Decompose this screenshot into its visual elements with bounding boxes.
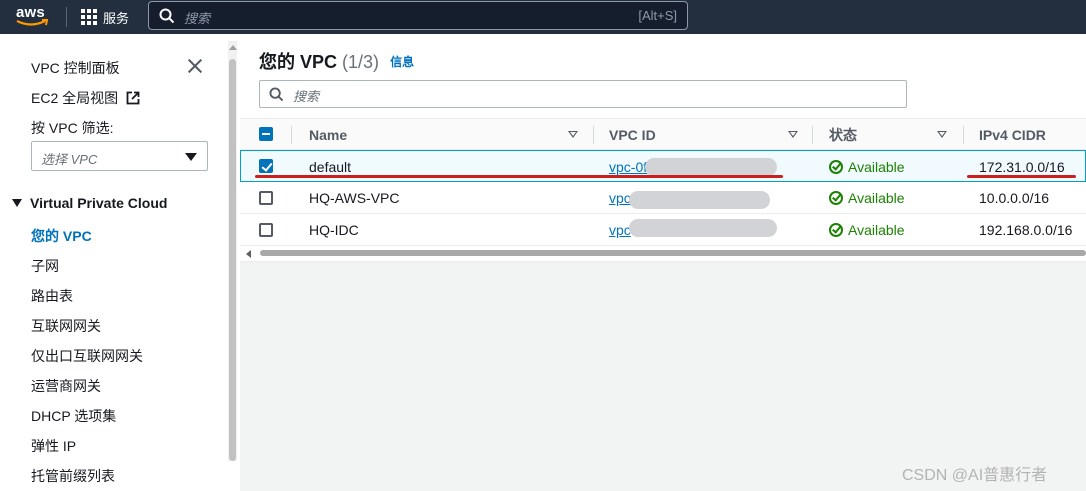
info-link[interactable]: 信息 bbox=[390, 55, 414, 69]
filter-placeholder: 搜索 bbox=[293, 89, 320, 104]
sidebar-item-dhcp-option-sets[interactable]: DHCP 选项集 bbox=[31, 406, 116, 426]
sidebar-item-elastic-ips[interactable]: 弹性 IP bbox=[31, 436, 76, 456]
sidebar-item-internet-gateways[interactable]: 互联网网关 bbox=[31, 316, 101, 336]
vpc-table-panel: 您的 VPC (1/3) 信息 搜索 Name VPC ID 状态 IPv4 C… bbox=[240, 34, 1086, 262]
sidebar-dashboard-link[interactable]: VPC 控制面板 bbox=[31, 58, 120, 78]
sidebar-item-route-tables[interactable]: 路由表 bbox=[31, 286, 73, 306]
section-title: Virtual Private Cloud bbox=[30, 195, 168, 211]
table-horizontal-scrollbar[interactable] bbox=[240, 248, 1086, 258]
select-all-checkbox[interactable] bbox=[259, 127, 273, 141]
row-name: HQ-AWS-VPC bbox=[309, 190, 400, 206]
status-text: Available bbox=[848, 222, 905, 238]
column-header-vpc-id[interactable]: VPC ID bbox=[609, 119, 656, 151]
status-available-icon bbox=[829, 160, 843, 174]
column-header-status[interactable]: 状态 bbox=[829, 119, 857, 151]
status-text: Available bbox=[848, 190, 905, 206]
global-search-input[interactable]: 搜索 [Alt+S] bbox=[148, 1, 688, 30]
caret-down-icon bbox=[12, 199, 22, 207]
table-header: Name VPC ID 状态 IPv4 CIDR bbox=[240, 118, 1086, 150]
vpc-filter-input[interactable]: 搜索 bbox=[259, 80, 907, 108]
external-link-icon bbox=[126, 91, 140, 105]
row-name: HQ-IDC bbox=[309, 222, 359, 238]
global-search-placeholder: 搜索 bbox=[184, 11, 211, 26]
search-icon bbox=[159, 8, 175, 24]
services-grid-icon bbox=[81, 9, 97, 25]
table-row[interactable]: HQ-AWS-VPC vpc Available 10.0.0.0/16 bbox=[240, 182, 1086, 214]
row-vpc-id-link[interactable]: vpc-0f bbox=[609, 151, 647, 183]
sidebar-ec2-global-view-link[interactable]: EC2 全局视图 bbox=[31, 88, 140, 108]
row-status: Available bbox=[829, 151, 905, 183]
column-header-ipv4-cidr[interactable]: IPv4 CIDR bbox=[979, 119, 1046, 151]
row-status: Available bbox=[829, 214, 905, 246]
annotation-underline bbox=[255, 175, 783, 178]
sidebar-item-carrier-gateways[interactable]: 运营商网关 bbox=[31, 376, 101, 396]
watermark: CSDN @AI普惠行者 bbox=[902, 467, 1048, 484]
filter-by-vpc-label: 按 VPC 筛选: bbox=[31, 120, 114, 136]
sort-caret-icon[interactable] bbox=[937, 131, 947, 138]
row-checkbox[interactable] bbox=[259, 223, 273, 237]
column-divider bbox=[291, 126, 292, 144]
redaction-blur bbox=[629, 219, 777, 237]
page-title: 您的 VPC (1/3) 信息 bbox=[259, 48, 414, 74]
top-navigation-bar: aws 服务 搜索 [Alt+S] bbox=[0, 0, 1086, 34]
column-divider bbox=[593, 126, 594, 144]
status-available-icon bbox=[829, 191, 843, 205]
caret-down-icon bbox=[185, 153, 197, 161]
services-label: 服务 bbox=[103, 10, 130, 26]
row-ipv4-cidr: 192.168.0.0/16 bbox=[979, 222, 1073, 238]
scrollbar-thumb[interactable] bbox=[260, 250, 1086, 256]
redaction-blur bbox=[645, 158, 777, 176]
row-checkbox[interactable] bbox=[259, 191, 273, 205]
annotation-underline bbox=[967, 175, 1076, 178]
status-available-icon bbox=[829, 223, 843, 237]
column-divider bbox=[963, 126, 964, 144]
sidebar-item-egress-only-gateways[interactable]: 仅出口互联网网关 bbox=[31, 346, 143, 366]
scroll-up-arrow-icon[interactable] bbox=[229, 45, 237, 50]
main-content: 您的 VPC (1/3) 信息 搜索 Name VPC ID 状态 IPv4 C… bbox=[240, 34, 1086, 491]
column-header-name[interactable]: Name bbox=[309, 119, 347, 151]
close-sidebar-icon[interactable] bbox=[187, 58, 203, 74]
row-ipv4-cidr: 172.31.0.0/16 bbox=[979, 159, 1065, 175]
scroll-left-arrow-icon[interactable] bbox=[246, 250, 251, 258]
row-name: default bbox=[309, 159, 352, 175]
row-ipv4-cidr: 10.0.0.0/16 bbox=[979, 190, 1050, 206]
services-menu-button[interactable]: 服务 bbox=[81, 0, 129, 34]
row-checkbox[interactable] bbox=[259, 159, 273, 173]
aws-logo[interactable]: aws bbox=[15, 3, 51, 29]
sort-caret-icon[interactable] bbox=[568, 131, 578, 138]
table-row[interactable]: HQ-IDC vpc Available 192.168.0.0/16 bbox=[240, 214, 1086, 246]
selection-count: (1/3) bbox=[342, 52, 380, 72]
sidebar-scrollbar[interactable] bbox=[228, 41, 237, 461]
ec2-global-view-label: EC2 全局视图 bbox=[31, 90, 119, 106]
search-shortcut-hint: [Alt+S] bbox=[638, 8, 677, 23]
row-vpc-id-link[interactable]: vpc bbox=[609, 214, 631, 246]
aws-smile-icon bbox=[16, 19, 49, 26]
sidebar-item-your-vpcs[interactable]: 您的 VPC bbox=[31, 226, 92, 246]
select-vpc-placeholder: 选择 VPC bbox=[41, 152, 98, 167]
redaction-blur bbox=[629, 191, 770, 209]
sort-caret-icon[interactable] bbox=[788, 131, 798, 138]
select-vpc-dropdown[interactable]: 选择 VPC bbox=[31, 141, 208, 171]
vpc-section-toggle[interactable]: Virtual Private Cloud bbox=[12, 195, 167, 211]
search-icon bbox=[269, 87, 284, 102]
page-title-text: 您的 VPC bbox=[259, 52, 338, 72]
column-divider bbox=[812, 126, 813, 144]
scrollbar-thumb[interactable] bbox=[229, 59, 236, 461]
sidebar-item-managed-prefix-lists[interactable]: 托管前缀列表 bbox=[31, 466, 115, 486]
row-vpc-id-link[interactable]: vpc bbox=[609, 182, 631, 214]
row-status: Available bbox=[829, 182, 905, 214]
sidebar-item-subnets[interactable]: 子网 bbox=[31, 256, 59, 276]
nav-divider bbox=[66, 7, 67, 27]
status-text: Available bbox=[848, 159, 905, 175]
sidebar: VPC 控制面板 EC2 全局视图 按 VPC 筛选: 选择 VPC Virtu… bbox=[0, 34, 228, 491]
